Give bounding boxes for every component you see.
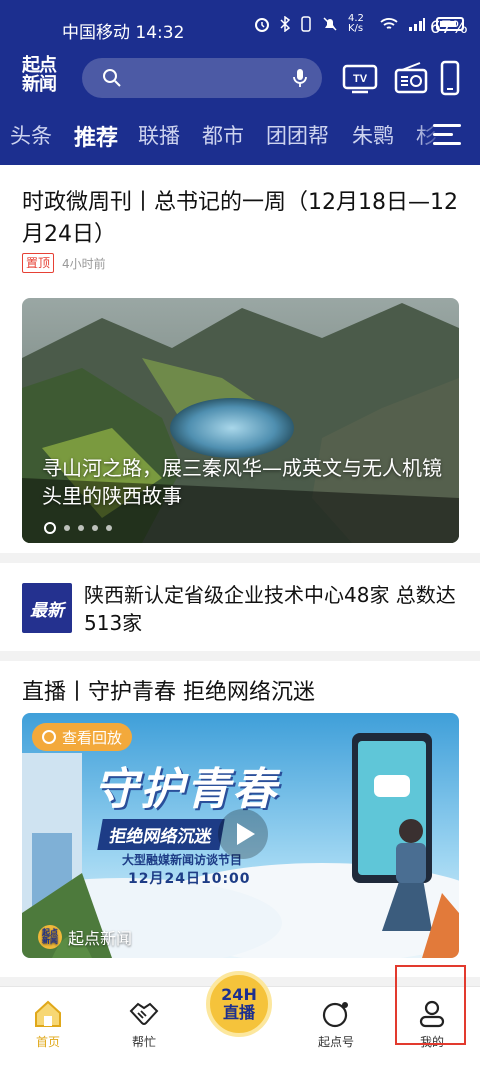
qidianhao-icon [322,1002,348,1028]
source-name: 起点新闻 [68,929,133,948]
latest-badge: 最新 [22,583,72,633]
pinned-tag: 置顶 [22,253,55,273]
live-24h-line1: 24H [221,985,257,1004]
nav-home[interactable]: 首页 [0,987,96,1066]
poster-title: 守护青春 [94,764,278,815]
replay-button[interactable]: 查看回放 [32,723,133,751]
article-time: 4小时前 [62,256,106,271]
vibrate-icon [301,16,311,32]
nav-qidianhao[interactable]: 起点号 [288,987,384,1066]
home-icon [35,1000,61,1027]
net-speed: 4.2 K/s [348,13,364,34]
channel-tabs: 头条 推荐 联播 都市 团团帮 朱鹮 杉 [0,112,480,158]
bottom-nav: 首页 帮忙 24H 直播 起点号 我的 [0,965,480,1066]
logo-line-2: 新闻 [22,74,57,95]
highlight-box [395,965,466,1045]
bluetooth-icon [280,16,290,32]
logo-line-1: 起点 [22,55,57,76]
poster-time: 12月24日10:00 [128,871,251,887]
live-article-card[interactable]: 直播丨守护青春 拒绝网络沉迷 查看回放 守护青春 拒绝网络沉迷 大型融媒新闻访谈… [0,661,480,977]
carousel-indicators [44,522,112,534]
source-brand: 起点 新闻 起点新闻 [38,925,132,949]
carousel-dot[interactable] [44,522,56,534]
carousel-banner[interactable]: 寻山河之路，展三秦风华—成英文与无人机镜头里的陕西故事 [22,298,459,543]
alarm-icon [255,18,269,32]
tab-zhuhuan[interactable]: 朱鹮 [352,120,394,150]
tab-city[interactable]: 都市 [202,120,244,150]
tab-recommend[interactable]: 推荐 [74,120,118,152]
nav-help[interactable]: 帮忙 [96,987,192,1066]
channel-menu-icon[interactable] [433,124,461,146]
signal-icon [409,18,425,31]
carousel-dot[interactable] [64,525,70,531]
nav-qidianhao-label: 起点号 [317,1035,354,1049]
carousel-caption: 寻山河之路，展三秦风华—成英文与无人机镜头里的陕西故事 [42,456,442,508]
handshake-icon [129,1002,159,1025]
radio-icon[interactable] [394,60,428,96]
carousel-dot[interactable] [92,525,98,531]
tv-icon[interactable]: TV [342,60,378,96]
latest-title[interactable]: 陕西新认定省级企业技术中心48家 总数达513家 [84,581,464,637]
app-logo[interactable]: 起点 新闻 [22,56,70,98]
replay-icon [42,730,56,744]
status-bar: 中国移动 14:32 4.2 K/s 67% [0,0,480,56]
phone-icon[interactable] [440,60,460,96]
tab-tuantuanbang[interactable]: 团团帮 [266,120,329,150]
poster-subtitle: 拒绝网络沉迷 [97,819,225,850]
live-poster[interactable]: 查看回放 守护青春 拒绝网络沉迷 大型融媒新闻访谈节目 12月24日10:00 … [22,713,459,958]
replay-label: 查看回放 [62,728,123,747]
live-24h-button[interactable]: 24H 直播 [206,971,272,1037]
latest-news-card[interactable]: 最新 陕西新认定省级企业技术中心48家 总数达513家 [0,563,480,651]
source-logo-icon: 起点 新闻 [38,925,62,949]
live-article-title[interactable]: 直播丨守护青春 拒绝网络沉迷 [22,677,315,709]
mic-icon[interactable] [292,68,308,88]
top-article-card[interactable]: 时政微周刊丨总书记的一周（12月18日—12月24日） 置顶 4小时前 寻山河之… [0,165,480,553]
battery-percent: 67% [430,18,468,38]
article-meta: 置顶 4小时前 [22,253,106,273]
search-icon [103,69,121,87]
carrier-time: 中国移动 14:32 [62,23,185,43]
svg-text:TV: TV [353,73,368,85]
mute-icon [323,17,337,31]
carousel-dot[interactable] [78,525,84,531]
article-title[interactable]: 时政微周刊丨总书记的一周（12月18日—12月24日） [22,187,462,251]
live-24h-line2: 直播 [222,1003,255,1022]
app-header: 中国移动 14:32 4.2 K/s 67% 起点 新闻 TV 头条 推荐 联播… [0,0,480,165]
nav-home-label: 首页 [35,1035,60,1049]
tab-headlines[interactable]: 头条 [10,120,52,150]
nav-help-label: 帮忙 [131,1035,156,1049]
play-icon [237,823,255,845]
play-button[interactable] [218,809,268,859]
tab-broadcast[interactable]: 联播 [138,120,180,150]
search-bar[interactable] [82,58,322,98]
carousel-dot[interactable] [106,525,112,531]
wifi-icon [380,18,398,29]
